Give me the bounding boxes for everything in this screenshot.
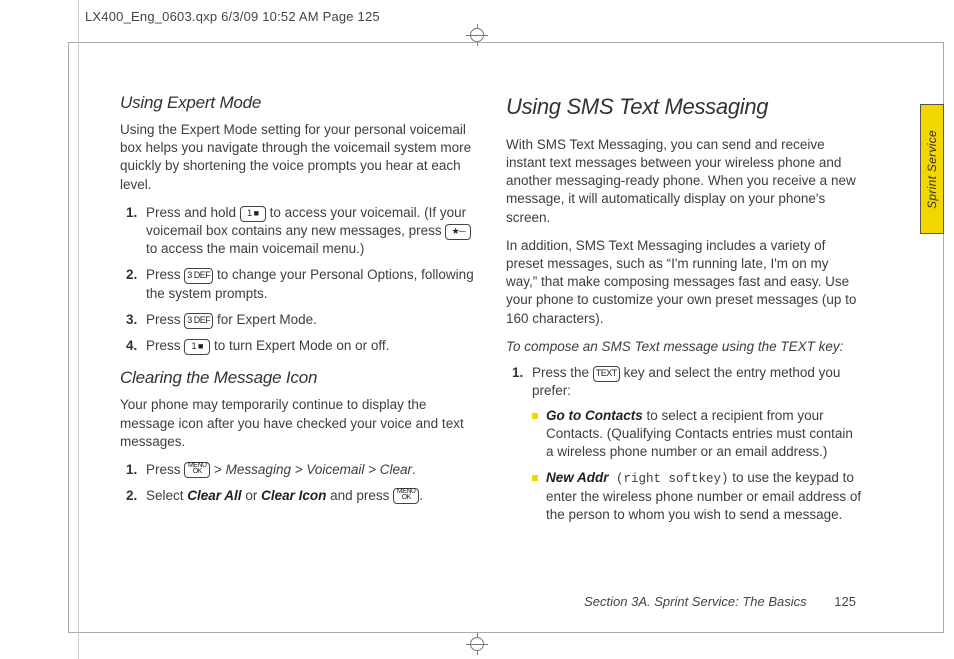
text: Press and hold	[146, 205, 240, 220]
bullet-go-to-contacts: Go to Contacts to select a recipient fro…	[532, 407, 862, 462]
key-1-icon: 1 ■	[184, 339, 210, 355]
key-3-icon: 3 DEF	[184, 313, 213, 329]
text: to turn Expert Mode on or off.	[214, 338, 389, 353]
text: .	[419, 488, 423, 503]
section-tab-label: Sprint Service	[924, 130, 940, 209]
print-job-header: LX400_Eng_0603.qxp 6/3/09 10:52 AM Page …	[85, 8, 380, 26]
option-label: New Addr	[546, 470, 609, 485]
step-1: 1. Press the TEXT key and select the ent…	[506, 364, 862, 524]
bullet-new-addr: New Addr (right softkey) to use the keyp…	[532, 469, 862, 524]
steps-compose: 1. Press the TEXT key and select the ent…	[506, 364, 862, 524]
text: and press	[330, 488, 393, 503]
key-menu-ok-icon: MENUOK	[393, 488, 419, 504]
key-1-icon: 1 ■	[240, 206, 266, 222]
page-footer: Section 3A. Sprint Service: The Basics 1…	[584, 593, 856, 611]
text: Press	[146, 267, 184, 282]
step-4: 4. Press 1 ■ to turn Expert Mode on or o…	[120, 337, 476, 355]
text: Press	[146, 312, 184, 327]
footer-section: Section 3A. Sprint Service: The Basics	[584, 594, 807, 609]
right-column: Using SMS Text Messaging With SMS Text M…	[506, 92, 862, 607]
heading-expert-mode: Using Expert Mode	[120, 92, 476, 115]
heading-clearing-icon: Clearing the Message Icon	[120, 367, 476, 390]
crop-mark-bottom	[466, 633, 488, 655]
step-2: 2. Press 3 DEF to change your Personal O…	[120, 266, 476, 302]
text: Select	[146, 488, 187, 503]
text: to access the main voicemail menu.)	[146, 241, 364, 256]
key-3-icon: 3 DEF	[184, 268, 213, 284]
text: Press	[146, 462, 184, 477]
heading-sms: Using SMS Text Messaging	[506, 92, 862, 122]
step-1: 1. Press MENUOK > Messaging > Voicemail …	[120, 461, 476, 479]
text: Press	[146, 338, 184, 353]
page-number: 125	[834, 594, 856, 609]
text: for Expert Mode.	[217, 312, 317, 327]
spine-guide-line	[78, 0, 79, 659]
step-3: 3. Press 3 DEF for Expert Mode.	[120, 311, 476, 329]
left-column: Using Expert Mode Using the Expert Mode …	[120, 92, 476, 607]
page-content: Using Expert Mode Using the Expert Mode …	[120, 92, 862, 607]
key-star-icon: ★─	[445, 224, 471, 240]
paragraph-clearing-intro: Your phone may temporarily continue to d…	[120, 396, 476, 451]
subheading-compose: To compose an SMS Text message using the…	[506, 338, 862, 356]
paragraph-sms-2: In addition, SMS Text Messaging includes…	[506, 237, 862, 328]
text: Press the	[532, 365, 593, 380]
option-clear-all: Clear All	[187, 488, 241, 503]
softkey-hint: (right softkey)	[609, 472, 729, 486]
section-tab: Sprint Service	[920, 104, 944, 234]
text: >	[214, 462, 226, 477]
steps-clearing: 1. Press MENUOK > Messaging > Voicemail …	[120, 461, 476, 505]
steps-expert-mode: 1. Press and hold 1 ■ to access your voi…	[120, 204, 476, 356]
key-text-icon: TEXT	[593, 366, 620, 382]
entry-method-list: Go to Contacts to select a recipient fro…	[532, 407, 862, 525]
text: or	[245, 488, 261, 503]
text: .	[412, 462, 416, 477]
step-1: 1. Press and hold 1 ■ to access your voi…	[120, 204, 476, 259]
menu-path: Messaging > Voicemail > Clear	[226, 462, 412, 477]
key-menu-ok-icon: MENUOK	[184, 462, 210, 478]
option-clear-icon: Clear Icon	[261, 488, 326, 503]
paragraph-sms-1: With SMS Text Messaging, you can send an…	[506, 136, 862, 227]
paragraph-expert-intro: Using the Expert Mode setting for your p…	[120, 121, 476, 194]
step-2: 2. Select Clear All or Clear Icon and pr…	[120, 487, 476, 505]
option-label: Go to Contacts	[546, 408, 643, 423]
